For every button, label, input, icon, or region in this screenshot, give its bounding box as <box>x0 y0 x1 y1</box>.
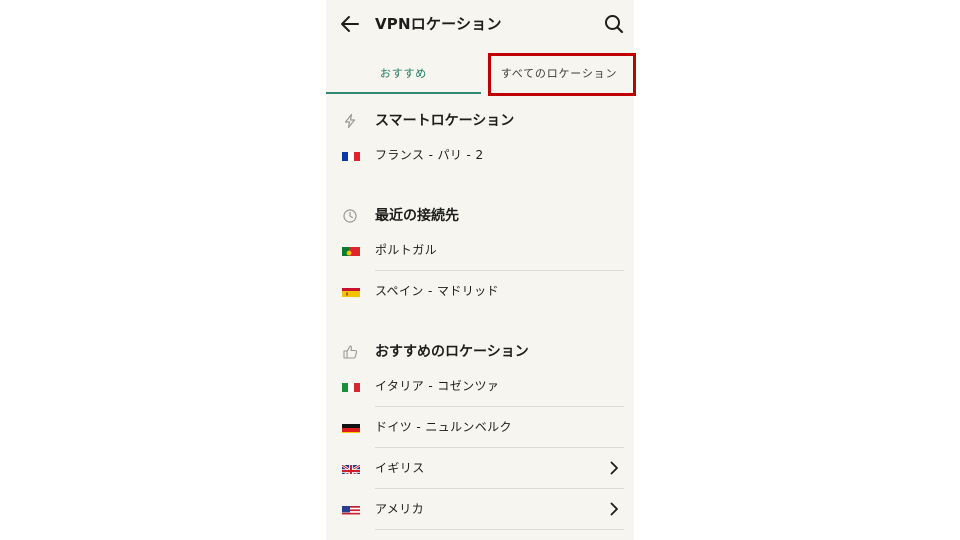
arrow-left-icon <box>341 16 359 32</box>
section-recommended-label: おすすめのロケーション <box>375 344 529 360</box>
list-divider <box>375 529 624 530</box>
app-bar: VPNロケーション <box>326 0 634 48</box>
tab-all-locations-label: すべてのロケーション <box>500 67 618 80</box>
tab-all-locations[interactable]: すべてのロケーション <box>484 52 634 94</box>
back-button[interactable] <box>338 12 362 36</box>
location-label: フランス - パリ - 2 <box>375 148 484 162</box>
search-button[interactable] <box>602 12 626 36</box>
portugal-flag-icon <box>342 244 360 256</box>
location-label: イギリス <box>375 461 425 475</box>
tab-recommended[interactable]: おすすめ <box>326 52 481 94</box>
location-row-germany-nuremberg[interactable]: ドイツ - ニュルンベルク <box>326 407 634 447</box>
location-row-italy-cosenza[interactable]: イタリア - コゼンツァ <box>326 366 634 406</box>
section-smart-location: スマートロケーション <box>326 109 634 133</box>
location-row-france-paris-2[interactable]: フランス - パリ - 2 <box>326 135 634 175</box>
section-recent-label: 最近の接続先 <box>375 208 459 224</box>
tab-selected-indicator <box>326 92 481 94</box>
thumbs-up-icon <box>343 345 358 359</box>
spain-flag-icon <box>342 285 360 297</box>
location-label: イタリア - コゼンツァ <box>375 379 500 393</box>
uk-flag-icon <box>342 462 360 474</box>
italy-flag-icon <box>342 380 360 392</box>
germany-flag-icon <box>342 421 360 433</box>
location-label: ポルトガル <box>375 243 438 257</box>
location-label: アメリカ <box>375 502 425 516</box>
location-row-portugal[interactable]: ポルトガル <box>326 230 634 270</box>
location-label: スペイン - マドリッド <box>375 284 499 298</box>
location-label: ドイツ - ニュルンベルク <box>375 420 512 434</box>
chevron-right-icon <box>610 461 618 475</box>
lightning-icon <box>344 113 356 129</box>
section-smart-location-label: スマートロケーション <box>375 113 515 129</box>
location-tabs: おすすめ すべてのロケーション <box>326 52 634 94</box>
location-row-spain-madrid[interactable]: スペイン - マドリッド <box>326 271 634 311</box>
location-row-uk[interactable]: イギリス <box>326 448 634 488</box>
chevron-right-icon <box>610 502 618 516</box>
location-row-usa[interactable]: アメリカ <box>326 489 634 529</box>
section-recent-connections: 最近の接続先 <box>326 204 634 228</box>
tab-recommended-label: おすすめ <box>379 67 428 80</box>
search-icon <box>605 15 624 34</box>
page-title: VPNロケーション <box>375 15 502 33</box>
usa-flag-icon <box>342 503 360 515</box>
vpn-locations-screen: VPNロケーション おすすめ すべてのロケーション スマートロケーション フラン… <box>326 0 634 540</box>
clock-icon <box>343 209 357 223</box>
france-flag-icon <box>342 149 360 161</box>
section-recommended-locations: おすすめのロケーション <box>326 340 634 364</box>
